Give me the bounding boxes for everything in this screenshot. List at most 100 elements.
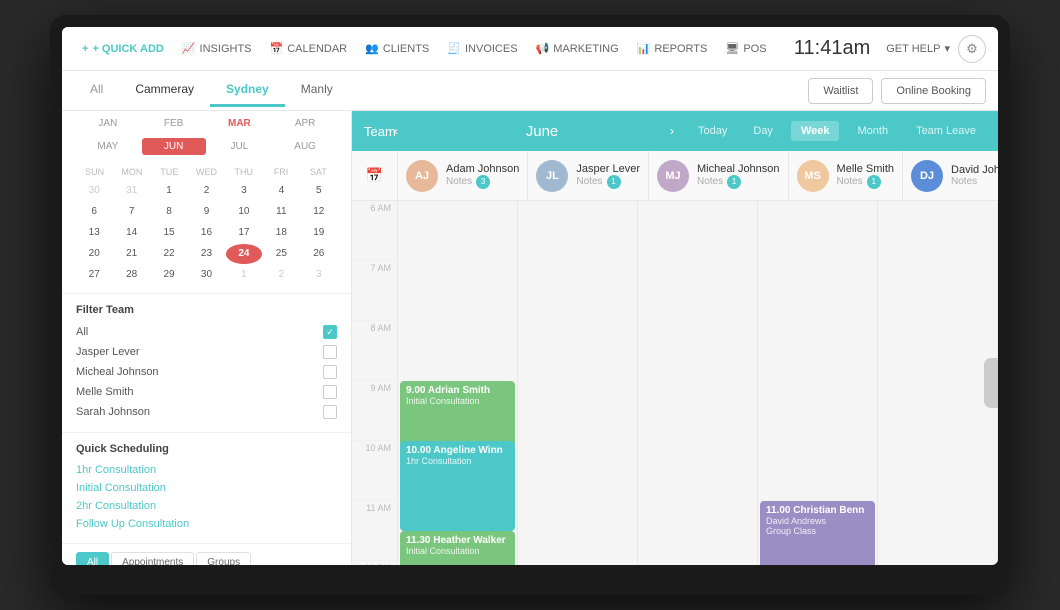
cal-day[interactable]: 8	[151, 202, 187, 222]
calendar-nav[interactable]: 📅 CALENDAR	[262, 38, 356, 59]
cal-prev-icon[interactable]: ‹	[394, 124, 414, 138]
cal-day[interactable]: 16	[188, 223, 224, 243]
cal-day[interactable]: 15	[151, 223, 187, 243]
cal-day[interactable]: 19	[301, 223, 337, 243]
filter-item-micheal[interactable]: Micheal Johnson	[76, 362, 337, 382]
cal-day[interactable]: 6	[76, 202, 112, 222]
cal-day[interactable]: 18	[263, 223, 299, 243]
filter-item-melle[interactable]: Melle Smith	[76, 382, 337, 402]
insights-nav[interactable]: 📈 INSIGHTS	[174, 38, 260, 59]
event-christian-benn[interactable]: 11.00 Christian Benn David Andrews Group…	[760, 501, 875, 565]
cal-day[interactable]: 30	[188, 265, 224, 285]
tab-sydney[interactable]: Sydney	[210, 74, 285, 107]
cell[interactable]	[878, 261, 997, 321]
cell[interactable]	[518, 441, 637, 501]
cell[interactable]	[758, 201, 877, 261]
month-aug[interactable]: AUG	[273, 138, 337, 155]
checkbox-sarah[interactable]	[323, 405, 337, 419]
cell[interactable]	[878, 201, 997, 261]
cell[interactable]	[518, 261, 637, 321]
cal-day[interactable]: 11	[263, 202, 299, 222]
cal-next-icon[interactable]: ›	[670, 124, 690, 138]
month-may[interactable]: MAY	[76, 138, 140, 155]
cal-day[interactable]: 7	[113, 202, 149, 222]
cell[interactable]	[398, 261, 517, 321]
cal-day[interactable]: 13	[76, 223, 112, 243]
week-view-button[interactable]: Week	[791, 121, 840, 141]
cell[interactable]	[638, 561, 757, 565]
month-jun[interactable]: JUN	[142, 138, 206, 155]
waitlist-button[interactable]: Waitlist	[808, 78, 873, 104]
online-booking-button[interactable]: Online Booking	[881, 78, 986, 104]
cell[interactable]	[758, 441, 877, 501]
cal-day[interactable]: 5	[301, 181, 337, 201]
scroll-handle[interactable]	[984, 358, 998, 408]
grid-col-micheal[interactable]: 2.00 Barbara Bonnet Follow Up Consultati…	[638, 201, 758, 565]
quick-sched-initial[interactable]: Initial Consultation	[76, 479, 337, 497]
tab-groups[interactable]: Groups	[196, 552, 251, 565]
cal-day[interactable]: 20	[76, 244, 112, 264]
cal-day[interactable]: 3	[226, 181, 262, 201]
cal-day[interactable]: 27	[76, 265, 112, 285]
cell[interactable]	[758, 321, 877, 381]
cal-day[interactable]: 23	[188, 244, 224, 264]
cell[interactable]	[878, 321, 997, 381]
cell[interactable]	[758, 261, 877, 321]
quick-sched-1hr[interactable]: 1hr Consultation	[76, 461, 337, 479]
event-heather-walker[interactable]: 11.30 Heather Walker Initial Consultatio…	[400, 531, 515, 565]
month-mar[interactable]: MAR	[208, 115, 272, 132]
cal-day[interactable]: 26	[301, 244, 337, 264]
month-jan[interactable]: JAN	[76, 115, 140, 132]
cell[interactable]	[398, 201, 517, 261]
cal-day[interactable]: 1	[151, 181, 187, 201]
quick-sched-2hr[interactable]: 2hr Consultation	[76, 497, 337, 515]
reports-nav[interactable]: 📊 REPORTS	[629, 38, 716, 59]
month-view-button[interactable]: Month	[847, 121, 898, 141]
grid-col-melle[interactable]: 11.00 Christian Benn David Andrews Group…	[758, 201, 878, 565]
grid-col-jasper[interactable]: 12:00 Steve Jonson External Meeting ✉	[518, 201, 638, 565]
cell[interactable]	[638, 501, 757, 561]
team-leave-button[interactable]: Team Leave	[906, 121, 986, 141]
quick-add-button[interactable]: + + QUICK ADD	[74, 39, 172, 59]
checkbox-melle[interactable]	[323, 385, 337, 399]
cell[interactable]	[518, 501, 637, 561]
checkbox-micheal[interactable]	[323, 365, 337, 379]
cell[interactable]	[518, 381, 637, 441]
settings-button[interactable]: ⚙	[958, 35, 986, 63]
month-jul[interactable]: JUL	[208, 138, 272, 155]
cell[interactable]	[638, 441, 757, 501]
filter-item-all[interactable]: All ✓	[76, 322, 337, 342]
cal-day[interactable]: 25	[263, 244, 299, 264]
cell[interactable]	[638, 201, 757, 261]
today-button[interactable]: Today	[690, 121, 735, 141]
cell[interactable]	[878, 381, 997, 441]
cal-day[interactable]: 12	[301, 202, 337, 222]
filter-item-jasper[interactable]: Jasper Lever	[76, 342, 337, 362]
cell[interactable]	[638, 321, 757, 381]
invoices-nav[interactable]: 🧾 INVOICES	[439, 38, 525, 59]
marketing-nav[interactable]: 📢 MARKETING	[528, 38, 627, 59]
cal-day[interactable]: 10	[226, 202, 262, 222]
tab-all-bottom[interactable]: All	[76, 552, 109, 565]
checkbox-jasper[interactable]	[323, 345, 337, 359]
tab-all[interactable]: All	[74, 74, 119, 107]
cell[interactable]	[638, 261, 757, 321]
cal-day[interactable]: 1	[226, 265, 262, 285]
cal-day[interactable]: 28	[113, 265, 149, 285]
cell[interactable]	[878, 561, 997, 565]
cell[interactable]	[518, 561, 637, 565]
cell[interactable]	[758, 381, 877, 441]
month-apr[interactable]: APR	[273, 115, 337, 132]
event-angeline-winn[interactable]: 10.00 Angeline Winn 1hr Consultation	[400, 441, 515, 531]
cell[interactable]	[518, 321, 637, 381]
cell[interactable]	[878, 441, 997, 501]
pos-nav[interactable]: 🖥 POS	[717, 38, 774, 59]
cell[interactable]	[518, 201, 637, 261]
cal-day[interactable]: 2	[263, 265, 299, 285]
cal-day[interactable]: 21	[113, 244, 149, 264]
cal-day[interactable]: 30	[76, 181, 112, 201]
cell[interactable]	[398, 321, 517, 381]
grid-col-david[interactable]	[878, 201, 998, 565]
cell[interactable]	[878, 501, 997, 561]
clients-nav[interactable]: 👥 CLIENTS	[357, 38, 437, 59]
